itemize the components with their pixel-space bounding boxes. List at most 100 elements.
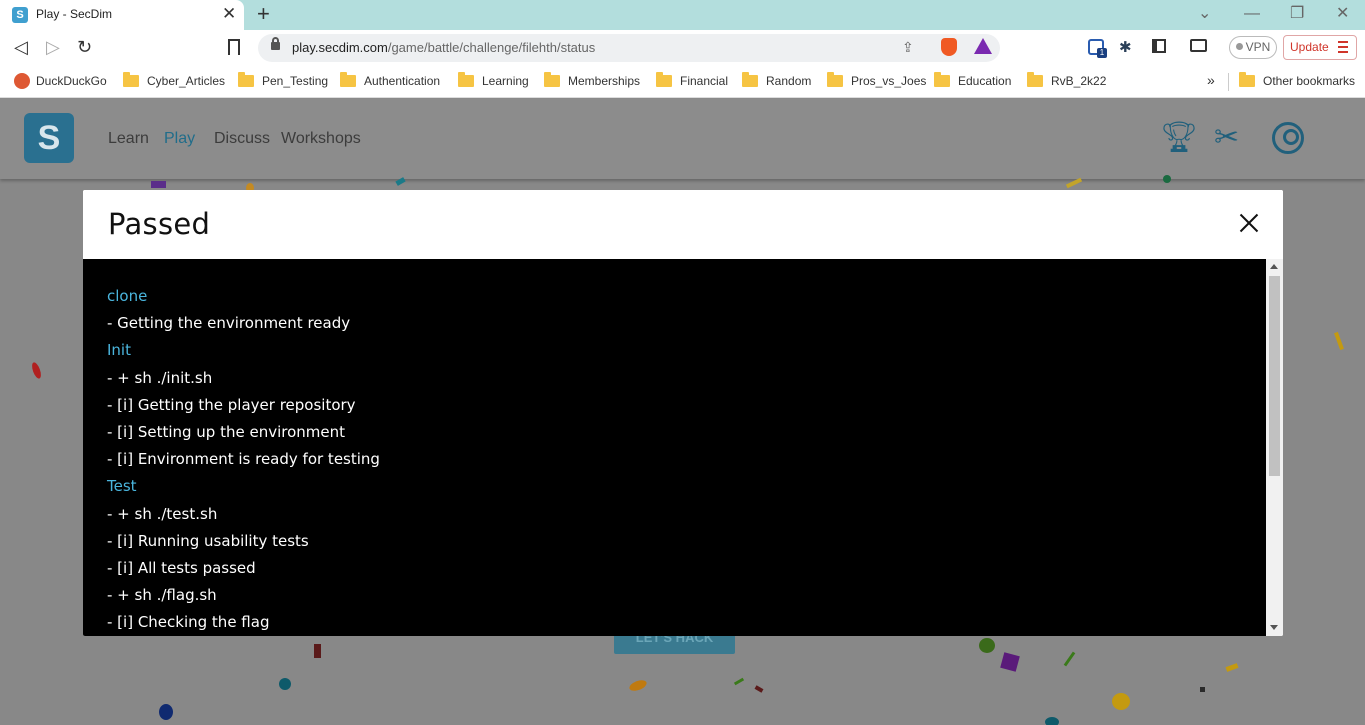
- console-log-line: - [i] Environment is ready for testing: [107, 450, 380, 469]
- confetti-piece: [1063, 651, 1076, 667]
- trophy-icon[interactable]: 🏆︎: [1160, 121, 1198, 155]
- console-log-line: - Getting the environment ready: [107, 314, 351, 333]
- browser-tab[interactable]: S Play - SecDim ✕: [0, 0, 244, 30]
- new-tab-plus-icon[interactable]: +: [257, 1, 270, 27]
- bookmark-page-icon[interactable]: [228, 39, 240, 55]
- update-button[interactable]: Update: [1283, 35, 1357, 60]
- console-log-line: - [i] Checking the flag: [107, 613, 270, 632]
- folder-icon: [656, 72, 672, 87]
- folder-icon: [1027, 72, 1043, 87]
- bookmark-folder[interactable]: Random: [742, 72, 811, 91]
- folder-icon: [827, 72, 843, 87]
- bookmark-duckduckgo[interactable]: DuckDuckGo: [14, 73, 107, 91]
- tab-title: Play - SecDim: [36, 7, 113, 21]
- profile-icon[interactable]: [1272, 122, 1304, 154]
- scroll-down-arrow-icon[interactable]: [1270, 625, 1278, 630]
- console-log-line: - + sh ./init.sh: [107, 368, 213, 387]
- console-log-line: - [i] All tests passed: [107, 559, 256, 578]
- folder-icon: [544, 72, 560, 87]
- menu-hamburger-icon: [1338, 41, 1348, 56]
- reload-icon[interactable]: ↻: [77, 36, 92, 58]
- confetti-piece: [151, 181, 166, 188]
- folder-icon: [742, 72, 758, 87]
- confetti-piece: [754, 685, 764, 693]
- forward-arrow-icon[interactable]: ▷: [46, 36, 60, 58]
- url-text[interactable]: play.secdim.com/game/battle/challenge/fi…: [292, 40, 595, 55]
- bookmark-folder[interactable]: Authentication: [340, 72, 440, 91]
- lock-icon: [271, 37, 280, 50]
- console-stage-heading: Test: [107, 477, 137, 496]
- nav-learn[interactable]: Learn: [108, 130, 149, 148]
- bookmark-folder[interactable]: Learning: [458, 72, 529, 91]
- confetti-piece: [1000, 652, 1020, 672]
- close-icon[interactable]: [1236, 210, 1262, 236]
- confetti-piece: [1163, 175, 1171, 183]
- nav-workshops[interactable]: Workshops: [281, 130, 361, 148]
- console-scrollbar[interactable]: [1266, 259, 1283, 636]
- folder-icon: [934, 72, 950, 87]
- sidebar-icon[interactable]: [1152, 39, 1166, 53]
- tools-icon[interactable]: ✂: [1214, 121, 1239, 155]
- folder-icon: [458, 72, 474, 87]
- console-log-line: - + sh ./flag.sh: [107, 586, 217, 605]
- tab-search-chevron-icon[interactable]: ⌄: [1198, 4, 1211, 24]
- bookmark-folder[interactable]: RvB_2k22: [1027, 72, 1106, 91]
- modal-title: Passed: [108, 207, 211, 241]
- browser-tab-bar: S Play - SecDim ✕ + ⌄ — ❐ ✕: [0, 0, 1365, 30]
- minimize-icon[interactable]: —: [1244, 4, 1260, 24]
- nav-play[interactable]: Play: [164, 130, 195, 148]
- folder-icon: [340, 72, 356, 87]
- secdim-logo[interactable]: S: [24, 113, 74, 163]
- folder-icon: [123, 72, 139, 87]
- confetti-piece: [314, 644, 321, 658]
- more-bookmarks-chevron-icon[interactable]: »: [1207, 72, 1215, 88]
- other-bookmarks[interactable]: Other bookmarks: [1239, 72, 1355, 91]
- bookmark-folder[interactable]: Pen_Testing: [238, 72, 328, 91]
- bookmarks-bar: DuckDuckGo Cyber_Articles Pen_Testing Au…: [0, 65, 1365, 98]
- bookmark-folder[interactable]: Memberships: [544, 72, 640, 91]
- folder-icon: [1239, 72, 1255, 87]
- brave-rewards-icon[interactable]: [974, 38, 992, 54]
- bookmarks-separator: [1228, 73, 1229, 91]
- share-icon[interactable]: ⇪: [902, 39, 914, 56]
- console-stage-heading: Init: [107, 341, 131, 360]
- tab-close-icon[interactable]: ✕: [222, 4, 236, 24]
- scroll-up-arrow-icon[interactable]: [1270, 264, 1278, 269]
- restore-icon[interactable]: ❐: [1290, 4, 1304, 24]
- vpn-status-dot-icon: [1235, 43, 1243, 50]
- nav-discuss[interactable]: Discuss: [214, 130, 270, 148]
- console-log-line: - + sh ./test.sh: [107, 504, 218, 523]
- modal-header: Passed: [83, 190, 1283, 259]
- console-log-line: - [i] Setting up the environment: [107, 423, 346, 442]
- window-close-icon[interactable]: ✕: [1336, 4, 1349, 24]
- status-modal: Passed clone - Getting the environment re…: [83, 190, 1283, 636]
- vpn-button[interactable]: VPN: [1229, 36, 1277, 59]
- extensions-puzzle-icon[interactable]: ✱: [1119, 39, 1132, 57]
- console-stage-heading: clone: [107, 287, 148, 305]
- address-bar[interactable]: play.secdim.com/game/battle/challenge/fi…: [258, 34, 1000, 62]
- scrollbar-thumb[interactable]: [1269, 276, 1280, 476]
- bookmark-folder[interactable]: Financial: [656, 72, 728, 91]
- confetti-piece: [279, 678, 291, 690]
- console-log-line: - [i] Getting the player repository: [107, 395, 356, 414]
- console-log-line: - [i] Running usability tests: [107, 531, 309, 550]
- bookmark-folder[interactable]: Education: [934, 72, 1011, 91]
- confetti-piece: [1065, 177, 1083, 189]
- brave-shields-icon[interactable]: [941, 38, 957, 56]
- confetti-piece: [1112, 693, 1130, 710]
- folder-icon: [238, 72, 254, 87]
- confetti-piece: [628, 678, 648, 693]
- confetti-piece: [1200, 687, 1205, 692]
- bookmark-folder[interactable]: Pros_vs_Joes: [827, 72, 926, 91]
- confetti-piece: [30, 361, 43, 380]
- confetti-piece: [733, 677, 745, 686]
- site-header: S Learn Play Discuss Workshops 🏆︎ ✂: [0, 99, 1365, 179]
- console-output[interactable]: clone - Getting the environment ready Init…: [83, 259, 1266, 636]
- back-arrow-icon[interactable]: ◁: [14, 36, 28, 58]
- bookmark-folder[interactable]: Cyber_Articles: [123, 72, 225, 91]
- confetti-piece: [159, 704, 173, 720]
- confetti-piece: [1045, 717, 1059, 725]
- secdim-favicon-icon: S: [12, 7, 28, 23]
- extension-badge-icon[interactable]: 1: [1088, 39, 1107, 58]
- wallet-icon[interactable]: [1190, 39, 1207, 52]
